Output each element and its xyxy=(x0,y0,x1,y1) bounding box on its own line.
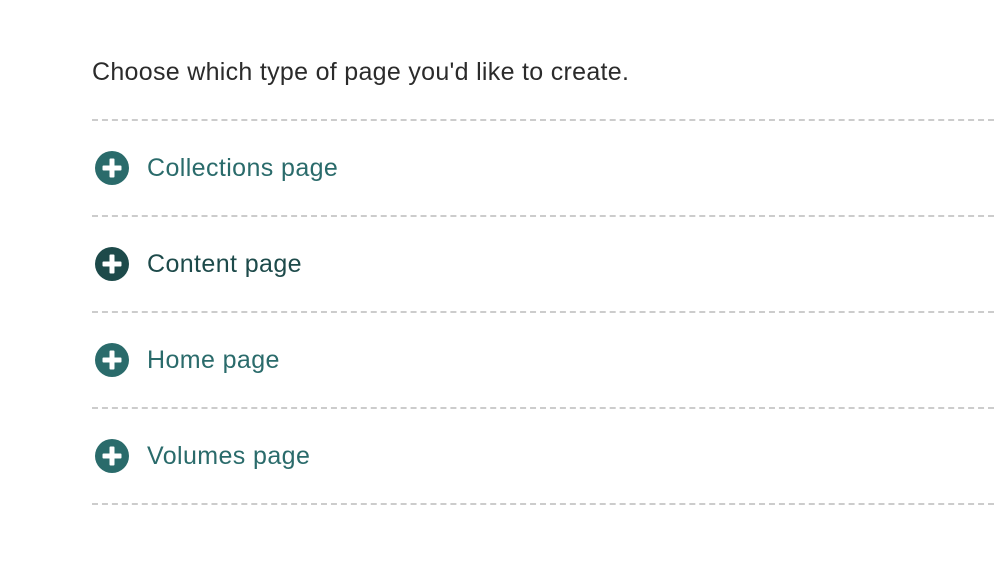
page-type-option-volumes[interactable]: Volumes page xyxy=(92,409,994,505)
plus-circle-icon xyxy=(95,151,129,185)
create-page-panel: Choose which type of page you'd like to … xyxy=(0,0,994,586)
page-type-option-collections[interactable]: Collections page xyxy=(92,121,994,217)
plus-circle-icon xyxy=(95,343,129,377)
page-type-option-content[interactable]: Content page xyxy=(92,217,994,313)
intro-text: Choose which type of page you'd like to … xyxy=(92,58,630,86)
page-type-label: Volumes page xyxy=(147,441,311,470)
page-type-list: Collections page Content page Home page xyxy=(92,119,994,505)
page-type-label: Home page xyxy=(147,345,280,374)
plus-circle-icon xyxy=(95,247,129,281)
page-type-label: Collections page xyxy=(147,153,339,182)
plus-circle-icon xyxy=(95,439,129,473)
page-type-label: Content page xyxy=(147,249,302,278)
page-type-option-home[interactable]: Home page xyxy=(92,313,994,409)
